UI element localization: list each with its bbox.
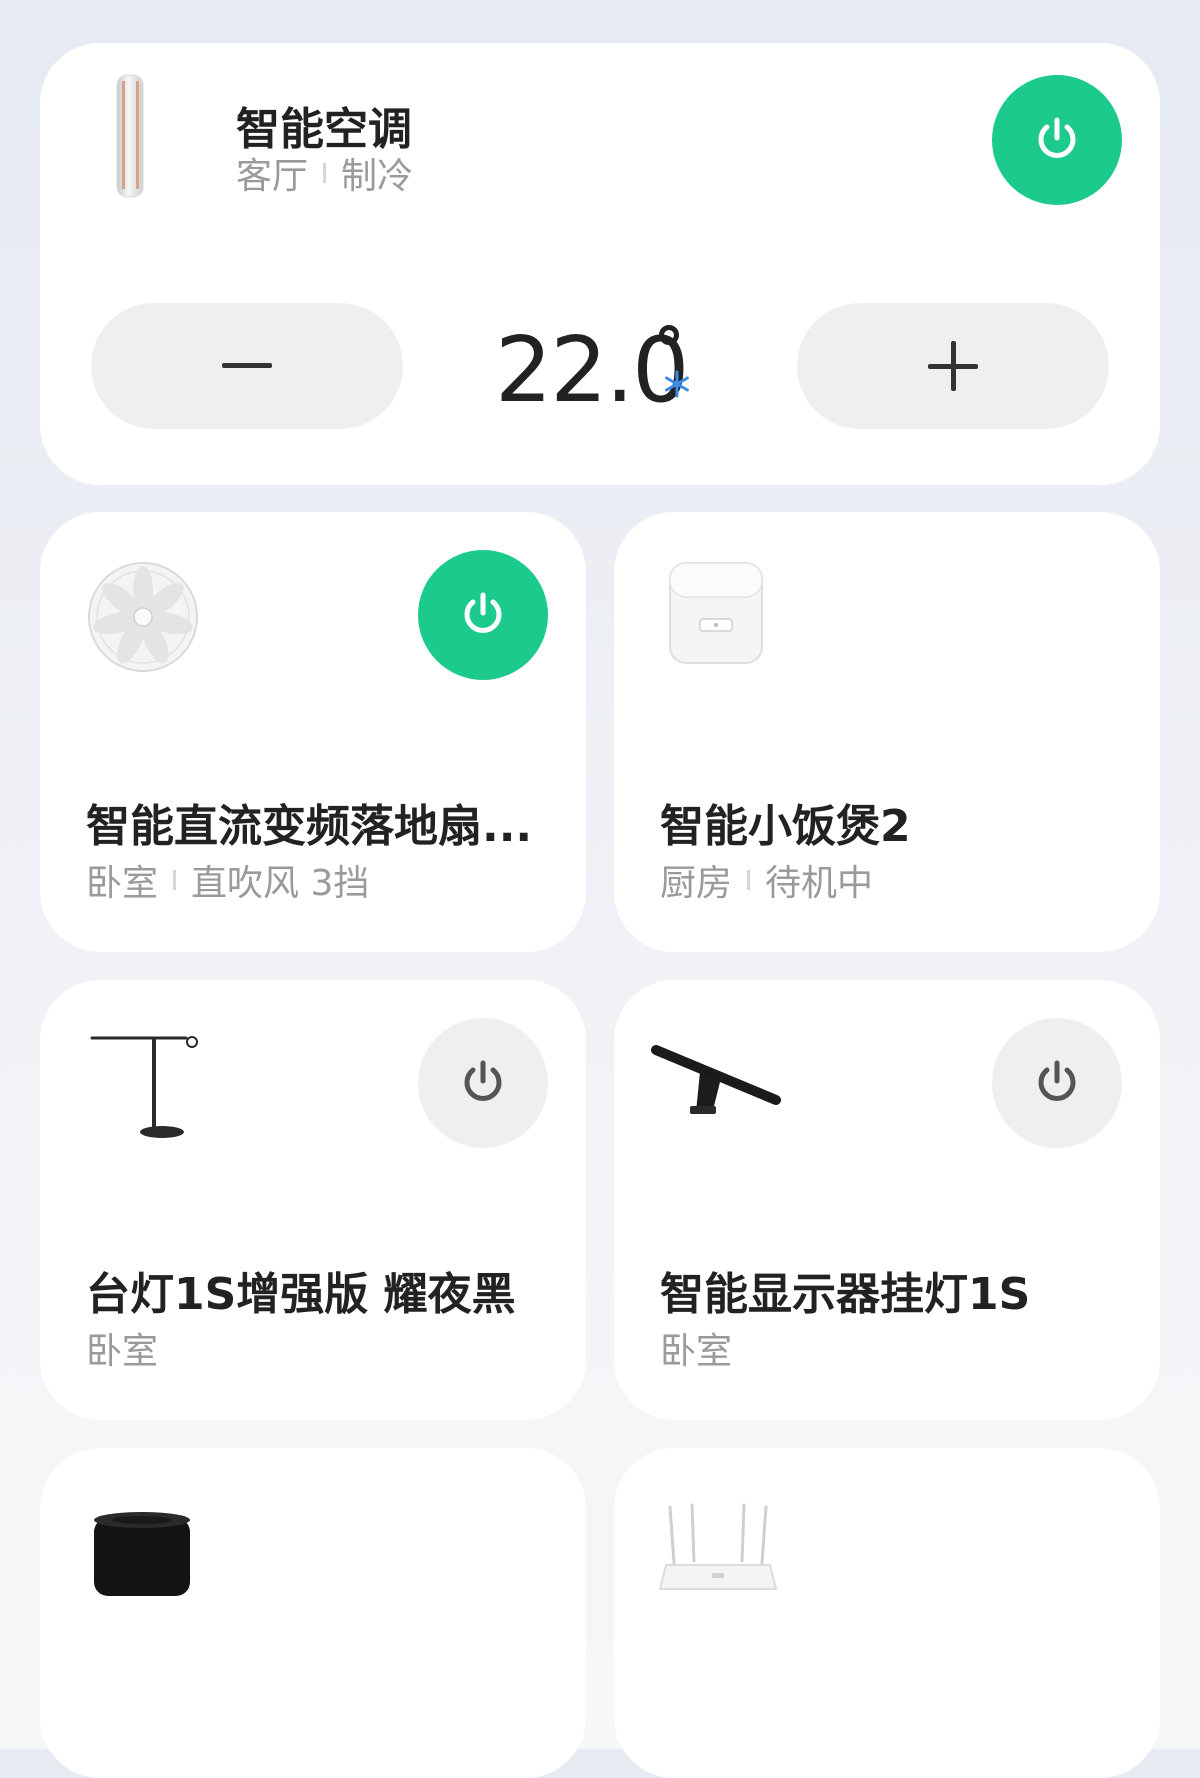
device-name: 智能显示器挂灯1S: [660, 1269, 1031, 1320]
decrease-temp-button[interactable]: [91, 303, 403, 429]
device-name: 智能小饭煲2: [660, 801, 911, 852]
monitor-light-icon: [651, 1045, 781, 1114]
device-name: 台灯1S增强版 耀夜黑: [86, 1269, 516, 1320]
status-label: 直吹风 3挡: [191, 863, 370, 904]
device-status: 卧室: [660, 1322, 732, 1374]
power-icon: [464, 1060, 502, 1101]
minus-icon: [222, 363, 272, 368]
device-card[interactable]: 智能小饭煲2 厨房 待机中: [614, 512, 1160, 952]
plus-icon: [928, 341, 978, 391]
power-button[interactable]: [418, 1018, 548, 1148]
separator: [747, 870, 751, 890]
air-conditioner-card[interactable]: 智能空调 客厅 制冷 22.0: [40, 43, 1160, 485]
device-status: 客厅 制冷: [236, 147, 413, 199]
power-icon: [464, 592, 502, 633]
increase-temp-button[interactable]: [797, 303, 1109, 429]
power-button[interactable]: [418, 550, 548, 680]
degree-symbol: [659, 325, 679, 345]
snowflake-icon: [665, 370, 689, 398]
room-label: 卧室: [86, 1331, 159, 1372]
rice-cooker-icon: [669, 562, 763, 664]
device-status: 卧室 直吹风 3挡: [86, 854, 369, 906]
power-button[interactable]: [992, 75, 1122, 205]
desk-lamp-icon: [90, 1036, 198, 1138]
device-name: 智能直流变频落地扇...: [86, 801, 533, 852]
router-icon: [658, 1503, 778, 1590]
smart-speaker-icon: [94, 1512, 190, 1596]
room-label: 客厅: [236, 156, 309, 197]
power-icon: [1038, 117, 1076, 158]
device-card[interactable]: 智能直流变频落地扇... 卧室 直吹风 3挡: [40, 512, 586, 952]
separator: [173, 870, 177, 890]
device-card[interactable]: [614, 1448, 1160, 1778]
room-label: 卧室: [86, 863, 159, 904]
power-icon: [1038, 1060, 1076, 1101]
device-status: 厨房 待机中: [660, 854, 873, 906]
device-status: 卧室: [86, 1322, 158, 1374]
device-card[interactable]: [40, 1448, 586, 1778]
status-label: 待机中: [765, 863, 874, 904]
device-card[interactable]: 台灯1S增强版 耀夜黑 卧室: [40, 980, 586, 1420]
separator: [323, 163, 327, 183]
fan-icon: [88, 562, 198, 672]
power-button[interactable]: [992, 1018, 1122, 1148]
room-label: 厨房: [660, 863, 733, 904]
mode-label: 制冷: [341, 156, 414, 197]
room-label: 卧室: [660, 1331, 733, 1372]
air-conditioner-icon: [116, 74, 144, 198]
device-card[interactable]: 智能显示器挂灯1S 卧室: [614, 980, 1160, 1420]
